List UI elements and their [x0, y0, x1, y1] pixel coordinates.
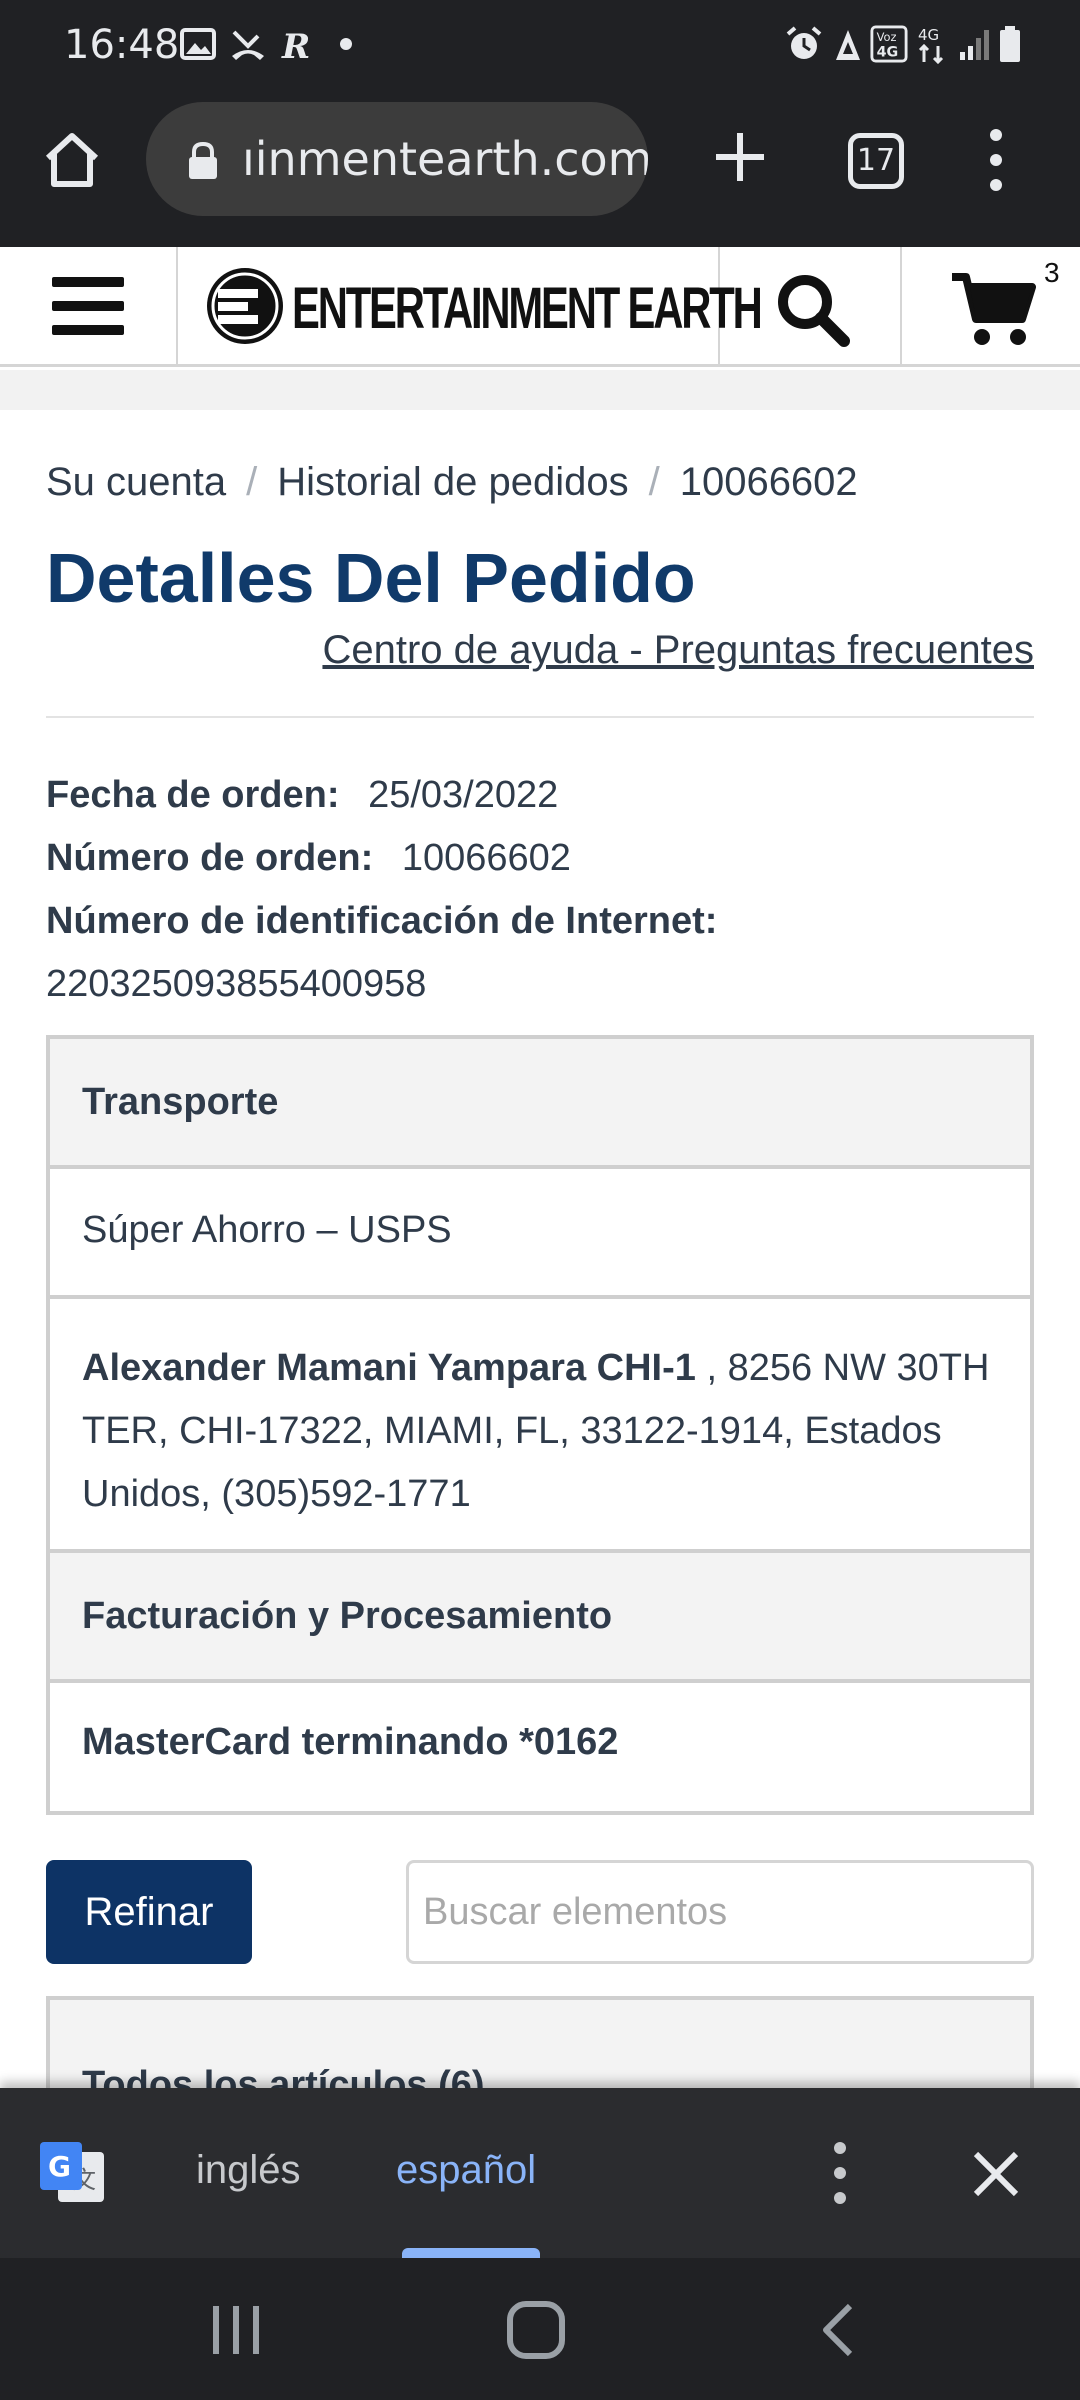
- shipping-address: Alexander Mamani Yampara CHI-1 , 8256 NW…: [82, 1337, 1012, 1526]
- battery-icon: [1000, 26, 1020, 62]
- address-line-1: , 8256 NW 30TH: [695, 1347, 990, 1389]
- billing-header: Facturación y Procesamiento: [50, 1553, 1030, 1683]
- tab-switcher-button[interactable]: 17: [848, 133, 904, 189]
- translate-bar: 文 G inglés español: [0, 2088, 1080, 2258]
- breadcrumb-order-number: 10066602: [679, 460, 858, 504]
- alarm-icon: [786, 26, 822, 59]
- breadcrumb-separator: /: [246, 460, 258, 504]
- address-line-2: TER, CHI-17322, MIAMI, FL, 33122-1914, E…: [82, 1410, 942, 1452]
- home-icon[interactable]: [40, 128, 104, 192]
- order-number-row: Número de orden: 10066602: [46, 837, 571, 880]
- shipping-address-row: Alexander Mamani Yampara CHI-1 , 8256 NW…: [50, 1299, 1030, 1553]
- missed-call-icon: [232, 30, 264, 60]
- back-icon[interactable]: [800, 2298, 880, 2362]
- browser-toolbar: ıinmentearth.com 17: [0, 95, 1080, 247]
- cart-count-badge: 3: [1044, 257, 1060, 288]
- hamburger-menu-icon[interactable]: [0, 247, 178, 364]
- source-language-tab[interactable]: inglés: [196, 2148, 301, 2193]
- 4g-icon: 4G: [918, 26, 944, 64]
- svg-text:4G: 4G: [877, 44, 899, 60]
- system-nav-bar: [0, 2258, 1080, 2400]
- recent-apps-icon[interactable]: [196, 2298, 276, 2362]
- order-number-label: Número de orden:: [46, 837, 374, 879]
- selected-language-indicator: [402, 2248, 540, 2258]
- status-bar: 16:48 R Voz 4G 4G: [0, 0, 1080, 95]
- header-spacer: [0, 370, 1080, 410]
- help-center-link[interactable]: Centro de ayuda - Preguntas frecuentes: [322, 628, 1034, 673]
- search-items-input[interactable]: [406, 1860, 1034, 1964]
- cart-icon: [952, 273, 1036, 345]
- internet-id-label: Número de identificación de Internet:: [46, 900, 718, 942]
- order-number-value: 10066602: [401, 837, 571, 879]
- target-language-tab[interactable]: español: [396, 2148, 536, 2193]
- page-title: Detalles Del Pedido: [46, 539, 696, 617]
- svg-text:Voz: Voz: [877, 30, 897, 44]
- search-icon: [778, 275, 850, 347]
- google-translate-icon: 文 G: [40, 2142, 104, 2202]
- image-icon: [180, 28, 216, 60]
- refine-button[interactable]: Refinar: [46, 1860, 252, 1964]
- internet-id-row: Número de identificación de Internet:: [46, 900, 717, 943]
- order-date-value: 25/03/2022: [368, 774, 559, 816]
- site-logo[interactable]: ENTERTAINMENT EARTH: [180, 247, 763, 364]
- dot-icon: [340, 38, 352, 50]
- cart-button[interactable]: 3: [904, 247, 1080, 364]
- browser-menu-icon[interactable]: [976, 125, 1016, 195]
- status-time: 16:48: [64, 22, 180, 68]
- breadcrumb-order-history[interactable]: Historial de pedidos: [277, 460, 628, 504]
- recycle-icon: [836, 30, 860, 60]
- order-date-row: Fecha de orden: 25/03/2022: [46, 774, 558, 817]
- url-bar[interactable]: ıinmentearth.com: [146, 102, 648, 216]
- shipping-header: Transporte: [50, 1039, 1030, 1169]
- billing-card: MasterCard terminando *0162: [82, 1721, 619, 1763]
- billing-header-label: Facturación y Procesamiento: [82, 1595, 613, 1637]
- new-tab-icon[interactable]: [708, 125, 772, 189]
- r-app-icon: R: [281, 27, 310, 64]
- site-header: ENTERTAINMENT EARTH 3: [0, 247, 1080, 367]
- breadcrumb-separator: /: [648, 460, 660, 504]
- svg-text:4G: 4G: [918, 26, 939, 44]
- order-date-label: Fecha de orden:: [46, 774, 340, 816]
- recipient-name: Alexander Mamani Yampara CHI-1: [82, 1347, 696, 1389]
- billing-card-row: MasterCard terminando *0162: [50, 1683, 1030, 1811]
- divider: [46, 716, 1034, 718]
- shipping-method: Súper Ahorro – USPS: [82, 1209, 452, 1251]
- address-line-3: Unidos, (305)592-1771: [82, 1473, 471, 1515]
- breadcrumb-account[interactable]: Su cuenta: [46, 460, 226, 504]
- shipping-method-row: Súper Ahorro – USPS: [50, 1169, 1030, 1299]
- svg-text:R: R: [281, 27, 310, 64]
- order-details-panel: Transporte Súper Ahorro – USPS Alexander…: [46, 1035, 1034, 1815]
- home-nav-icon[interactable]: [496, 2298, 576, 2362]
- svg-text:G: G: [48, 2150, 71, 2183]
- logo-emblem-icon: [207, 268, 283, 344]
- internet-id-value: 220325093855400958: [46, 963, 427, 1005]
- logo-text: ENTERTAINMENT EARTH: [292, 276, 763, 341]
- breadcrumb: Su cuenta / Historial de pedidos / 10066602: [46, 460, 858, 505]
- shipping-header-label: Transporte: [82, 1081, 279, 1123]
- url-text: ıinmentearth.com: [242, 132, 648, 186]
- signal-icon: [960, 30, 989, 60]
- volte-icon: Voz 4G: [870, 25, 908, 63]
- close-icon[interactable]: [968, 2146, 1024, 2202]
- all-items-header[interactable]: Todos los artículos (6): [46, 1996, 1034, 2106]
- lock-icon: [189, 141, 217, 179]
- search-button[interactable]: [722, 247, 902, 364]
- translate-menu-icon[interactable]: [822, 2138, 858, 2208]
